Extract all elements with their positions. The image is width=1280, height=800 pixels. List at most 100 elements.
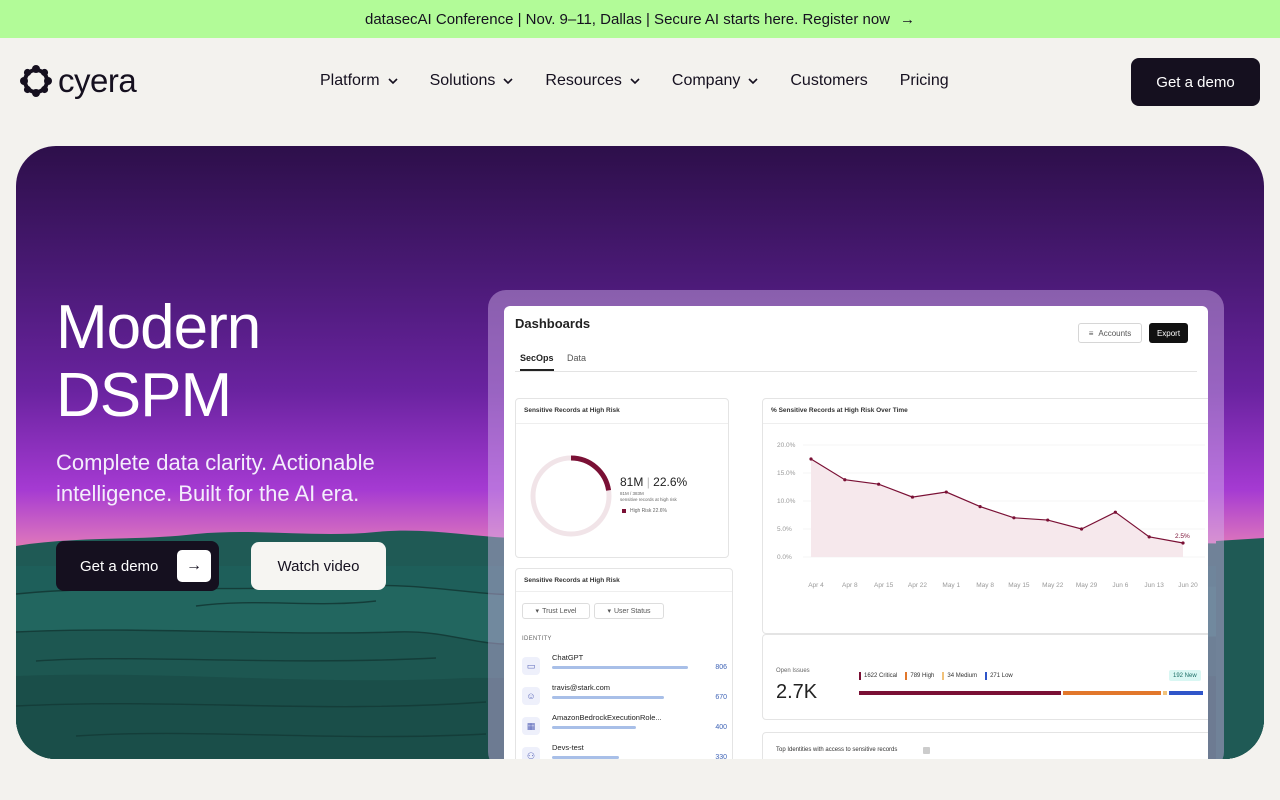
arrow-right-icon: →: [177, 550, 211, 582]
open-issues-value: 2.7K: [776, 681, 818, 703]
data-point: [1113, 510, 1117, 514]
identity-name: Devs-test: [552, 743, 584, 752]
nav-resources[interactable]: Resources: [545, 72, 640, 90]
data-point: [1012, 516, 1016, 520]
identity-name: ChatGPT: [552, 653, 584, 662]
chip-icon: ▦: [522, 717, 540, 735]
nav-item-label: Platform: [320, 72, 380, 89]
severity-bar: [859, 691, 1203, 695]
identity-name: AmazonBedrockExecutionRole...: [552, 713, 662, 722]
hero-title-line1: Modern: [56, 293, 261, 362]
severity-bar-segment: [1169, 691, 1203, 695]
export-button[interactable]: Export: [1149, 323, 1188, 343]
high-risk-donut-card: Sensitive Records at High Risk 81M | 22.…: [515, 398, 729, 558]
banner-text[interactable]: datasecAI Conference | Nov. 9–11, Dallas…: [365, 11, 890, 28]
legend-swatch: [905, 672, 908, 680]
severity-legend: 1622 Critical 789 High 34 Medium 271 Low: [859, 672, 1013, 680]
x-tick-label: Jun 13: [1144, 582, 1164, 589]
severity-bar-segment: [1062, 691, 1162, 695]
severity-legend-label: 34 Medium: [947, 673, 978, 679]
data-point: [910, 495, 915, 499]
chevron-down-icon: [388, 78, 398, 85]
hero-demo-label: Get a demo: [80, 557, 159, 575]
info-icon: [923, 747, 930, 754]
line-chart: 20.0% 15.0% 10.0% 5.0% 0.0% Apr 4 Apr 8 Apr 15 A…: [777, 442, 1205, 589]
donut-legend-label: High Risk 22.6%: [630, 508, 667, 514]
nav-platform[interactable]: Platform: [320, 72, 398, 90]
x-tick-label: Apr 22: [908, 582, 928, 589]
data-point: [1181, 541, 1185, 545]
y-tick-label: 20.0%: [777, 442, 796, 449]
identity-row[interactable]: ▭ ChatGPT 806: [522, 653, 727, 679]
identity-row[interactable]: ☺ travis@stark.com 670: [522, 683, 727, 709]
tab-secops[interactable]: SecOps: [520, 353, 554, 371]
chevron-down-icon: [630, 78, 640, 85]
donut-legend: High Risk 22.6%: [622, 508, 667, 514]
nav-item-label: Company: [671, 72, 741, 89]
donut-percent: 22.6%: [653, 475, 688, 489]
logo-wordmark: cyera: [58, 62, 137, 99]
severity-legend-label: 271 Low: [990, 673, 1013, 679]
get-a-demo-button[interactable]: Get a demo: [1131, 58, 1260, 106]
group-icon: ⚇: [522, 747, 540, 759]
nav-customers[interactable]: Customers: [790, 72, 867, 90]
window-icon: ▭: [522, 657, 540, 675]
data-point: [877, 482, 881, 486]
severity-bar-segment: [859, 691, 1061, 695]
donut-sub1: 81M / 383M: [620, 491, 644, 496]
chevron-down-icon: [503, 78, 513, 85]
tab-data[interactable]: Data: [567, 353, 586, 363]
legend-swatch: [859, 672, 861, 680]
main-menu: Platform Solutions Resources Company Cus…: [320, 72, 981, 90]
card-title: Sensitive Records at High Risk: [524, 407, 620, 414]
risk-over-time-card: % Sensitive Records at High Risk Over Ti…: [762, 398, 1208, 634]
top-identities-card: Top Identities with access to sensitive …: [762, 732, 1208, 759]
y-tick-label: 0.0%: [777, 554, 792, 561]
filter-icon: ▾: [535, 608, 540, 615]
identity-row[interactable]: ⚇ Devs-test 330: [522, 743, 727, 759]
x-tick-label: Apr 4: [808, 582, 824, 589]
nav-item-label: Solutions: [429, 72, 496, 89]
identity-bar: [552, 666, 689, 669]
identity-value: 806: [715, 664, 727, 671]
dashboard-preview: Dashboards ≡ Accounts Export SecOps Data…: [504, 306, 1208, 759]
card-title: Sensitive Records at High Risk: [524, 577, 620, 584]
open-issues-label: Open Issues: [776, 668, 810, 674]
user-status-filter[interactable]: ▾ User Status: [594, 603, 664, 619]
nav-item-label: Resources: [545, 72, 622, 89]
donut-sub2: sensitive records at high risk: [620, 497, 677, 502]
donut-values: 81M | 22.6%: [620, 475, 688, 489]
data-point: [809, 457, 813, 461]
x-tick-label: Apr 15: [874, 582, 894, 589]
x-tick-label: May 1: [942, 582, 960, 589]
watch-video-button[interactable]: Watch video: [251, 542, 386, 590]
open-issues-card: Open Issues 2.7K 1622 Critical 789 High 34…: [762, 634, 1208, 720]
severity-legend-item: 1622 Critical: [859, 672, 897, 680]
announcement-banner[interactable]: datasecAI Conference | Nov. 9–11, Dallas…: [0, 0, 1280, 38]
filter-icon: ≡: [1088, 328, 1094, 338]
identity-row[interactable]: ▦ AmazonBedrockExecutionRole... 400: [522, 713, 727, 739]
cyera-logo-icon: [20, 64, 52, 97]
identity-section-label: IDENTITY: [522, 636, 552, 642]
top-navigation: cyera Platform Solutions Resources Compa…: [0, 38, 1280, 126]
nav-company[interactable]: Company: [672, 72, 758, 90]
hero-title-line2: DSPM: [56, 361, 232, 430]
legend-swatch: [985, 672, 988, 680]
logo[interactable]: cyera: [20, 62, 137, 99]
y-tick-label: 5.0%: [777, 526, 792, 533]
x-tick-label: Jun 6: [1112, 582, 1128, 589]
trust-level-filter[interactable]: ▾ Trust Level: [522, 603, 590, 619]
severity-legend-item: 789 High: [905, 672, 934, 680]
nav-solutions[interactable]: Solutions: [430, 72, 514, 90]
arrow-right-icon[interactable]: →: [900, 11, 915, 28]
x-tick-label: May 8: [976, 582, 994, 589]
identity-value: 400: [715, 724, 727, 731]
data-point: [944, 490, 948, 494]
severity-bar-segment: [1163, 691, 1168, 695]
x-tick-label: May 29: [1076, 582, 1098, 589]
data-point: [1046, 518, 1050, 522]
nav-pricing[interactable]: Pricing: [900, 72, 949, 90]
accounts-filter-button[interactable]: ≡ Accounts: [1078, 323, 1142, 343]
hero-get-a-demo-button[interactable]: Get a demo →: [56, 541, 219, 591]
data-point: [978, 505, 982, 509]
